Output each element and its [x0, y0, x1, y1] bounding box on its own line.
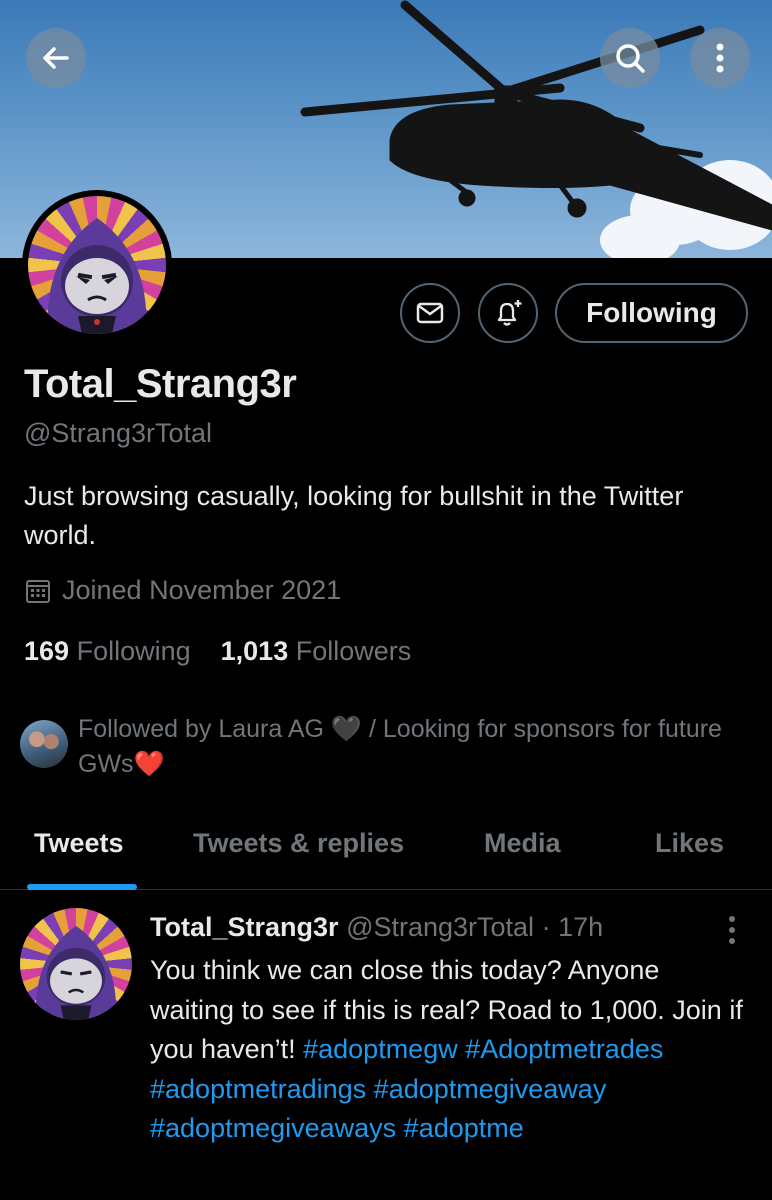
follower-avatar [20, 720, 68, 768]
hashtag-link[interactable]: #adoptmetradings [150, 1074, 366, 1104]
follow-stats: 169 Following 1,013 Followers [24, 636, 411, 667]
tab-tweets[interactable]: Tweets [34, 828, 124, 859]
followed-by[interactable]: Followed by Laura AG 🖤 / Looking for spo… [20, 712, 750, 782]
message-button[interactable] [400, 283, 460, 343]
following-button-label: Following [586, 297, 717, 328]
search-icon [616, 44, 645, 73]
following-button[interactable]: Following [555, 283, 748, 343]
active-tab-indicator [27, 884, 137, 890]
search-button[interactable] [600, 28, 660, 88]
tab-media[interactable]: Media [484, 828, 561, 859]
tweet-more-button[interactable] [722, 913, 742, 947]
tweet-header: Total_Strang3r @Strang3rTotal · 17h [150, 912, 603, 943]
tweet-time[interactable]: 17h [558, 912, 603, 942]
followed-by-text: Followed by Laura AG 🖤 / Looking for spo… [78, 715, 722, 778]
raven-cartoon-avatar-image [35, 925, 117, 1020]
tweet-author-name[interactable]: Total_Strang3r [150, 912, 339, 942]
raven-cartoon-avatar-image [47, 218, 147, 334]
hashtag-link[interactable]: #adoptme [404, 1113, 524, 1143]
back-arrow-icon [43, 47, 69, 69]
back-button[interactable] [26, 28, 86, 88]
following-count: 169 [24, 636, 70, 666]
tab-tweets-replies[interactable]: Tweets & replies [193, 828, 404, 859]
tab-likes[interactable]: Likes [655, 828, 724, 859]
joined-date: Joined November 2021 [24, 575, 341, 606]
tweet-author-avatar[interactable] [20, 908, 132, 1020]
hashtag-link[interactable]: #adoptmegiveaway [374, 1074, 607, 1104]
following-label: Following [76, 636, 191, 666]
hashtag-link[interactable]: #adoptmegw [303, 1034, 458, 1064]
hashtag-link[interactable]: #adoptmegiveaways [150, 1113, 396, 1143]
followers-stat[interactable]: 1,013 Followers [221, 636, 412, 667]
bell-plus-icon [497, 300, 522, 326]
hashtag-link[interactable]: #Adoptmetrades [465, 1034, 663, 1064]
tweet-text: You think we can close this today? Anyon… [150, 951, 750, 1149]
tweet-separator: · [534, 912, 559, 942]
profile-tabs: Tweets Tweets & replies Media Likes [0, 810, 772, 890]
calendar-icon [26, 579, 50, 603]
followers-label: Followers [295, 636, 412, 666]
more-options-button[interactable] [690, 28, 750, 88]
tweet-author-handle[interactable]: @Strang3rTotal [346, 912, 534, 942]
notifications-button[interactable] [478, 283, 538, 343]
more-vertical-icon [716, 43, 724, 73]
profile-avatar[interactable] [22, 190, 172, 340]
followers-count: 1,013 [220, 636, 289, 666]
more-vertical-icon [729, 916, 735, 944]
following-stat[interactable]: 169 Following [24, 636, 191, 667]
profile-bio: Just browsing casually, looking for bull… [24, 481, 684, 550]
profile-handle: @Strang3rTotal [24, 418, 212, 448]
envelope-icon [416, 302, 444, 324]
profile-display-name: Total_Strang3r [24, 362, 297, 406]
joined-text: Joined November 2021 [62, 575, 342, 605]
